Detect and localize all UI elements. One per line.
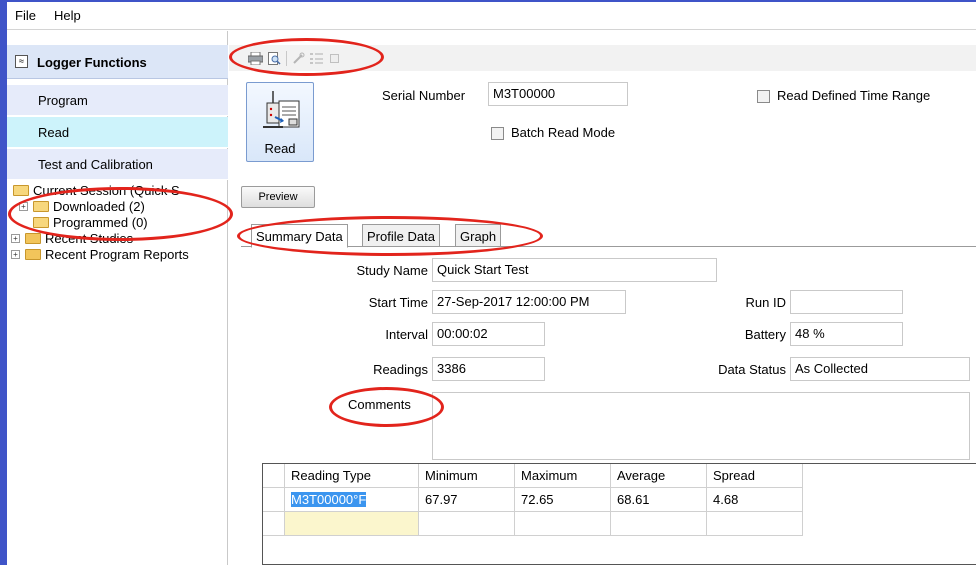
column-header-reading-type[interactable]: Reading Type [285,464,419,488]
run-id-field[interactable] [790,290,903,314]
tree-programmed[interactable]: Programmed (0) [11,215,228,231]
selected-text: M3T00000°F [291,492,367,507]
readings-label: Readings [373,362,428,377]
row-header[interactable] [263,488,285,512]
readings-field[interactable]: 3386 [432,357,545,381]
read-button-label: Read [264,141,296,156]
expand-icon[interactable]: + [11,250,20,259]
reading-grid: Reading Type Minimum Maximum Average Spr… [262,463,976,565]
battery-field[interactable]: 48 % [790,322,903,346]
sidebar-item-read[interactable]: Read [7,117,228,148]
table-cell-minimum[interactable]: 67.97 [419,488,515,512]
new-row-cell[interactable] [707,512,803,536]
battery-label: Battery [744,327,786,342]
read-defined-time-range-label: Read Defined Time Range [777,88,931,103]
list-icon[interactable] [310,52,323,65]
table-cell-reading-type[interactable]: M3T00000°F [285,488,419,512]
toolbar [229,45,976,71]
table-cell-maximum[interactable]: 72.65 [515,488,611,512]
start-time-field[interactable]: 27-Sep-2017 12:00:00 PM [432,290,626,314]
sidebar: ≈ Logger Functions Program Read Test and… [7,31,228,565]
tree-label: Programmed (0) [53,215,148,230]
tab-strip: Summary Data Profile Data Graph [241,224,976,248]
table-cell-average[interactable]: 68.61 [611,488,707,512]
sidebar-item-label: Program [38,93,88,108]
batch-read-mode-label: Batch Read Mode [511,125,616,140]
menu-file[interactable]: File [15,8,36,23]
sidebar-item-label: Test and Calibration [38,157,153,172]
new-row-cell[interactable] [515,512,611,536]
serial-number-label: Serial Number [382,88,466,103]
start-time-label: Start Time [368,295,428,310]
logger-read-icon [263,91,300,128]
read-defined-time-range-checkbox[interactable] [757,90,770,103]
folder-open-icon [13,185,29,196]
tree-recent-program-reports[interactable]: + Recent Program Reports [11,247,228,263]
new-row-cell[interactable] [611,512,707,536]
blank-icon[interactable] [328,52,341,65]
print-icon[interactable] [248,52,263,65]
new-row-cell[interactable] [419,512,515,536]
folder-open-icon [33,201,49,212]
window-frame-left [0,0,7,565]
expand-icon[interactable]: + [19,202,28,211]
data-status-label: Data Status [718,362,786,377]
tab-summary-data[interactable]: Summary Data [251,224,348,248]
preview-button[interactable]: Preview [241,186,315,208]
tree-current-session[interactable]: Current Session (Quick S [11,183,228,199]
sidebar-item-test-calibration[interactable]: Test and Calibration [7,149,228,180]
folder-icon [25,249,41,260]
column-header-minimum[interactable]: Minimum [419,464,515,488]
tree-label: Recent Studies [45,231,134,246]
column-header-spread[interactable]: Spread [707,464,803,488]
sidebar-item-label: Read [38,125,70,140]
menu-bar: File Help [7,2,976,30]
grid-corner [263,464,285,488]
new-row-header[interactable] [263,512,285,536]
tool-icon[interactable] [292,52,305,65]
tree-recent-studies[interactable]: + Recent Studies [11,231,228,247]
folder-icon [25,233,41,244]
logger-functions-header[interactable]: ≈ Logger Functions [7,45,228,79]
main-panel: Read Serial Number M3T00000 Read Defined… [229,31,976,565]
new-row-cell[interactable] [285,512,419,536]
tree-downloaded[interactable]: + Downloaded (2) [11,199,228,215]
tree-label: Recent Program Reports [45,247,189,262]
study-name-label: Study Name [356,263,428,278]
interval-field[interactable]: 00:00:02 [432,322,545,346]
collapse-icon[interactable]: ≈ [15,55,28,68]
column-header-maximum[interactable]: Maximum [515,464,611,488]
menu-help[interactable]: Help [54,8,81,23]
comments-label: Comments [348,397,411,412]
column-header-average[interactable]: Average [611,464,707,488]
toolbar-separator [286,51,287,66]
tab-graph[interactable]: Graph [455,224,502,247]
read-button[interactable]: Read [246,82,314,162]
tab-profile-data[interactable]: Profile Data [362,224,440,247]
folder-open-icon [33,217,49,228]
tree-label: Downloaded (2) [53,199,145,214]
study-name-field[interactable]: Quick Start Test [432,258,717,282]
sidebar-item-program[interactable]: Program [7,85,228,116]
table-cell-spread[interactable]: 4.68 [707,488,803,512]
data-status-field[interactable]: As Collected [790,357,970,381]
serial-number-field[interactable]: M3T00000 [488,82,628,106]
logger-functions-title: Logger Functions [37,55,147,70]
comments-field[interactable] [432,392,970,460]
interval-label: Interval [385,327,428,342]
batch-read-mode-checkbox[interactable] [491,127,504,140]
expand-icon[interactable]: + [11,234,20,243]
print-preview-icon[interactable] [268,52,281,65]
run-id-label: Run ID [745,295,786,310]
tree-label: Current Session (Quick S [33,183,180,198]
